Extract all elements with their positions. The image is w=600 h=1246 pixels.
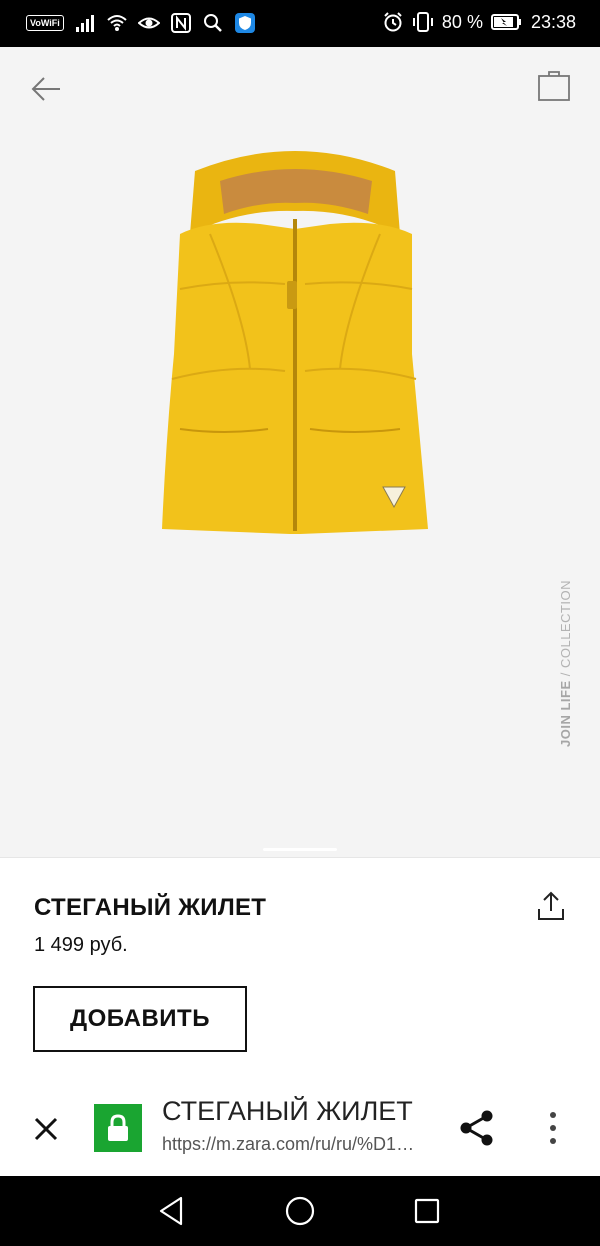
back-triangle-icon[interactable] [156,1194,188,1228]
collection-suffix: / COLLECTION [558,579,573,681]
status-right: 80 % 23:38 [382,11,576,33]
product-image-vest [162,151,428,534]
close-icon[interactable] [30,1113,62,1145]
vibrate-icon [412,12,433,32]
navigation-bar [0,1176,600,1246]
search-icon [203,14,222,32]
more-vert-icon[interactable] [540,1110,566,1146]
clock: 23:38 [530,11,576,32]
share-network-icon[interactable] [458,1108,496,1148]
product-image-area[interactable]: JOIN LIFE / COLLECTION [0,47,600,857]
share-icon[interactable] [536,890,566,922]
collection-brand: JOIN LIFE [558,680,573,747]
add-to-cart-button[interactable]: ДОБАВИТЬ [33,986,247,1052]
status-left: VoWiFi [26,12,256,34]
recents-square-icon[interactable] [411,1194,443,1228]
custom-tab-bar: СТЕГАНЫЙ ЖИЛЕТ https://m.zara.com/ru/ru/… [0,1080,600,1176]
status-bar: VoWiFi 80 % 23:38 [0,0,600,47]
tab-page-title: СТЕГАНЫЙ ЖИЛЕТ [162,1096,413,1126]
home-circle-icon[interactable] [283,1194,317,1228]
product-info: СТЕГАНЫЙ ЖИЛЕТ 1 499 руб. ДОБАВИТЬ [0,857,600,1077]
wifi-icon [107,15,127,31]
nfc-icon [170,13,191,33]
signal-icon [75,15,94,32]
back-arrow-icon[interactable] [28,71,64,107]
shield-icon [234,13,255,33]
collection-label: JOIN LIFE / COLLECTION [558,577,573,747]
lock-icon [108,1114,128,1141]
product-price: 1 499 руб. [34,934,128,956]
vowifi-badge: VoWiFi [26,15,64,31]
carousel-indicator [263,848,337,851]
secure-lock-badge[interactable] [94,1104,142,1152]
battery-icon [490,14,521,30]
battery-percent: 80 % [441,11,483,32]
product-name: СТЕГАНЫЙ ЖИЛЕТ [34,894,267,921]
alarm-icon [384,12,402,32]
eye-icon [137,17,160,29]
tab-url[interactable]: https://m.zara.com/ru/ru/%D1%81%D1%82%D0… [162,1134,424,1155]
shopping-bag-icon[interactable] [536,67,572,103]
